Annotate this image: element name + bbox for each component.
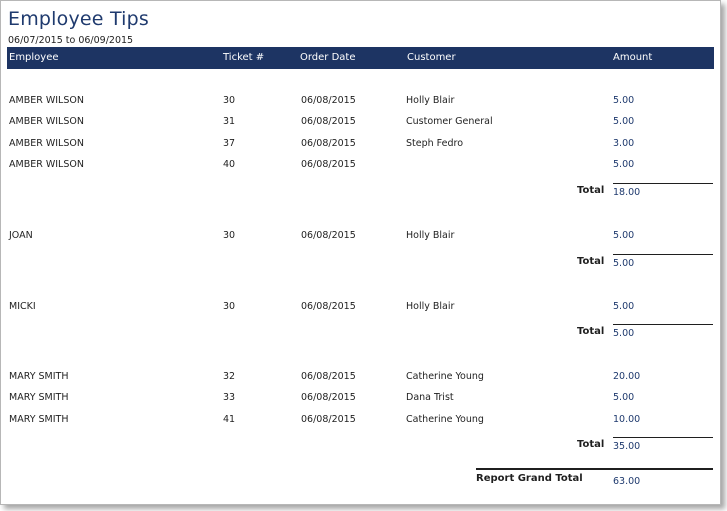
cell-ticket: 33 [223, 392, 236, 403]
grand-total-value: 63.00 [613, 476, 641, 487]
cell-amount: 5.00 [613, 116, 635, 127]
cell-employee: MARY SMITH [9, 414, 69, 425]
cell-amount: 20.00 [613, 371, 641, 382]
cell-amount: 5.00 [613, 392, 635, 403]
group-total-label: Total [577, 185, 605, 196]
subtotal-rule [613, 183, 713, 184]
cell-ticket: 41 [223, 414, 236, 425]
cell-ticket: 37 [223, 138, 236, 149]
column-header-bar: Employee Ticket # Order Date Customer Am… [7, 47, 714, 69]
cell-customer: Catherine Young [406, 414, 484, 425]
group-total-value: 5.00 [613, 258, 635, 269]
cell-employee: AMBER WILSON [9, 159, 84, 170]
cell-employee: AMBER WILSON [9, 95, 84, 106]
group-total-label: Total [577, 256, 605, 267]
subtotal-rule [613, 324, 713, 325]
cell-employee: AMBER WILSON [9, 116, 84, 127]
cell-customer: Holly Blair [406, 230, 455, 241]
cell-order-date: 06/08/2015 [301, 95, 356, 106]
cell-order-date: 06/08/2015 [301, 414, 356, 425]
cell-customer: Catherine Young [406, 371, 484, 382]
cell-customer: Customer General [406, 116, 493, 127]
subtotal-rule [613, 254, 713, 255]
cell-employee: MARY SMITH [9, 392, 69, 403]
report-title: Employee Tips [8, 8, 149, 30]
cell-amount: 10.00 [613, 414, 641, 425]
report-frame: Employee Tips 06/07/2015 to 06/09/2015 E… [0, 0, 721, 505]
cell-employee: MARY SMITH [9, 371, 69, 382]
column-header-customer: Customer [407, 52, 456, 63]
cell-employee: AMBER WILSON [9, 138, 84, 149]
cell-order-date: 06/08/2015 [301, 301, 356, 312]
cell-amount: 5.00 [613, 301, 635, 312]
cell-order-date: 06/08/2015 [301, 392, 356, 403]
grand-total-label: Report Grand Total [476, 473, 583, 484]
cell-order-date: 06/08/2015 [301, 371, 356, 382]
cell-ticket: 30 [223, 230, 236, 241]
cell-customer: Holly Blair [406, 301, 455, 312]
cell-order-date: 06/08/2015 [301, 159, 356, 170]
cell-amount: 5.00 [613, 230, 635, 241]
cell-employee: JOAN [9, 230, 33, 241]
group-total-value: 18.00 [613, 187, 641, 198]
cell-customer: Holly Blair [406, 95, 455, 106]
column-header-amount: Amount [613, 52, 653, 63]
report-date-range: 06/07/2015 to 06/09/2015 [8, 35, 134, 46]
cell-ticket: 30 [223, 95, 236, 106]
cell-amount: 3.00 [613, 138, 635, 149]
subtotal-rule [613, 437, 713, 438]
cell-employee: MICKI [9, 301, 36, 312]
column-header-ticket: Ticket # [223, 52, 265, 63]
group-total-value: 5.00 [613, 328, 635, 339]
cell-customer: Dana Trist [406, 392, 454, 403]
cell-ticket: 40 [223, 159, 236, 170]
group-total-value: 35.00 [613, 441, 641, 452]
cell-amount: 5.00 [613, 95, 635, 106]
cell-order-date: 06/08/2015 [301, 230, 356, 241]
group-total-label: Total [577, 439, 605, 450]
cell-order-date: 06/08/2015 [301, 116, 356, 127]
cell-ticket: 30 [223, 301, 236, 312]
cell-order-date: 06/08/2015 [301, 138, 356, 149]
column-header-order-date: Order Date [300, 52, 356, 63]
cell-ticket: 31 [223, 116, 236, 127]
group-total-label: Total [577, 326, 605, 337]
cell-customer: Steph Fedro [406, 138, 463, 149]
cell-ticket: 32 [223, 371, 236, 382]
cell-amount: 5.00 [613, 159, 635, 170]
column-header-employee: Employee [9, 52, 59, 63]
grand-total-rule [476, 468, 713, 470]
